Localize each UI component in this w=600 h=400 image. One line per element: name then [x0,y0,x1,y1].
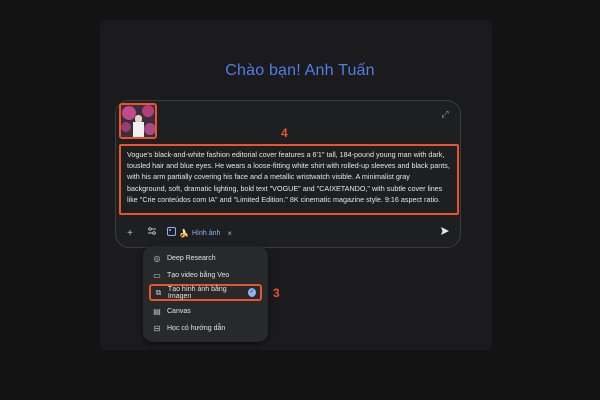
menu-item-label: Canvas [167,308,191,315]
guided-learning-icon: ⊟ [153,324,161,333]
menu-item-label: Tạo hình ảnh bằng Imagen [167,285,227,300]
menu-item-imagen[interactable]: ⧉ Tạo hình ảnh bằng Imagen ✓ [149,284,262,301]
annotation-step-3: 3 [273,286,280,300]
check-icon: ✓ [247,288,256,297]
image-mode-icon [167,227,176,241]
prompt-text[interactable]: Vogue's black-and-white fashion editoria… [119,144,459,215]
app-frame: Chào bạn! Anh Tuấn ⤢ 4 Vogue's black-and… [0,0,600,400]
deep-research-icon: ◎ [153,254,161,263]
menu-item-label: Deep Research [167,255,216,262]
tools-menu: ◎ Deep Research ▭ Tạo video bằng Veo ⧉ T… [143,246,268,342]
expand-icon[interactable]: ⤢ [440,109,450,119]
composer-toolbar: + [122,226,160,242]
canvas-icon: ▤ [153,307,161,316]
image-mode-chip[interactable]: 🍌 Hình ảnh × [167,227,232,241]
attached-image-thumbnail[interactable] [119,103,157,139]
menu-item-label: Học có hướng dẫn [167,325,226,332]
video-icon: ▭ [153,271,161,280]
image-gen-icon: ⧉ [155,287,162,297]
menu-item-canvas[interactable]: ▤ Canvas [149,303,262,320]
menu-item-video[interactable]: ▭ Tạo video bằng Veo [149,267,262,284]
plus-icon[interactable]: + [122,226,138,242]
send-icon[interactable] [436,226,454,242]
banana-icon: 🍌 [179,229,189,238]
tools-icon[interactable] [144,226,160,242]
image-mode-label: Hình ảnh [191,230,221,237]
menu-item-deep-research[interactable]: ◎ Deep Research [149,250,262,267]
menu-item-label: Tạo video bằng Veo [167,272,230,279]
menu-item-guided-learning[interactable]: ⊟ Học có hướng dẫn [149,320,262,337]
annotation-step-4: 4 [281,126,288,140]
thumbnail-photo [121,105,155,137]
close-icon[interactable]: × [227,228,232,240]
tools-glyph [148,227,156,235]
greeting-heading: Chào bạn! Anh Tuấn [225,62,375,79]
